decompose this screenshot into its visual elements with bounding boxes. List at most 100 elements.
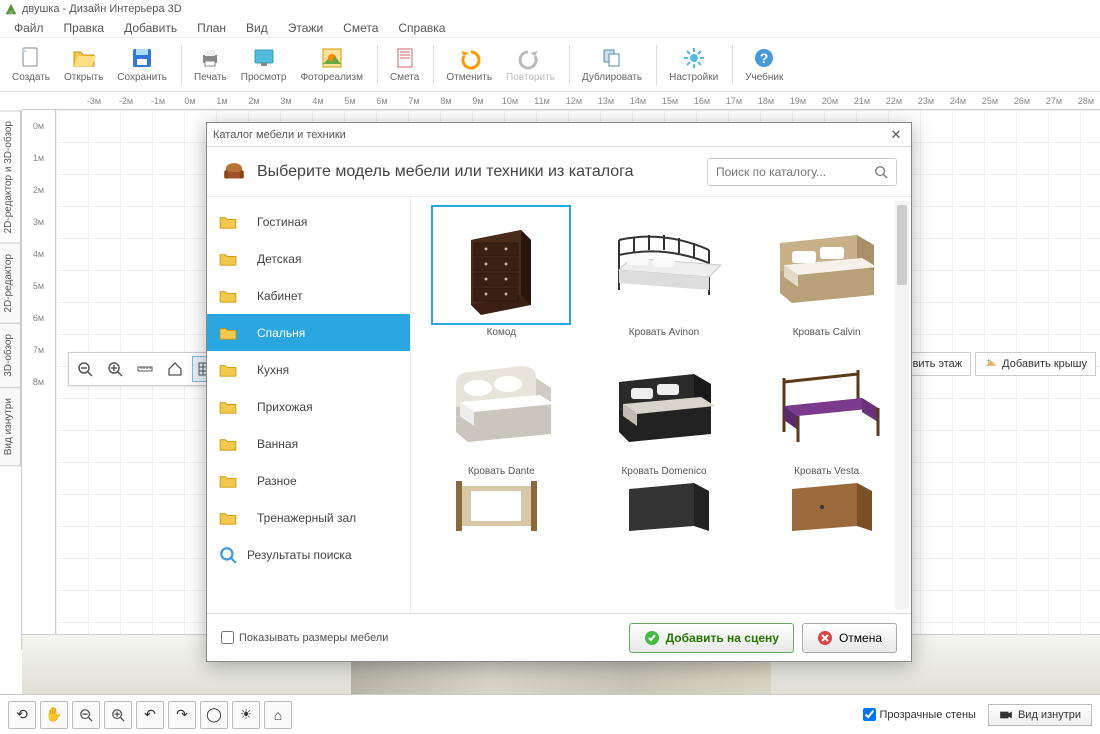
home-bottom-icon[interactable]: ⌂ bbox=[264, 701, 292, 729]
toolbar-print-button[interactable]: Печать bbox=[188, 44, 233, 85]
menu-file[interactable]: Файл bbox=[4, 19, 54, 37]
toolbar-open-button[interactable]: Открыть bbox=[58, 44, 109, 85]
photoreal-icon bbox=[320, 46, 344, 70]
category-search-results[interactable]: Результаты поиска bbox=[207, 536, 410, 573]
furniture-item-p2[interactable] bbox=[590, 483, 739, 531]
ruler-tick: 9м bbox=[462, 96, 494, 106]
menu-view[interactable]: Вид bbox=[236, 19, 278, 37]
category-office[interactable]: Кабинет bbox=[207, 277, 410, 314]
show-dimensions-input[interactable] bbox=[221, 631, 234, 644]
catalog-search[interactable] bbox=[707, 158, 897, 186]
furniture-item-vesta[interactable]: Кровать Vesta bbox=[752, 344, 901, 477]
light-icon[interactable]: ☀ bbox=[232, 701, 260, 729]
ruler-tick: 21м bbox=[846, 96, 878, 106]
scrollbar-thumb[interactable] bbox=[897, 205, 907, 285]
zoom-in-bottom-icon[interactable] bbox=[104, 701, 132, 729]
orbit-icon[interactable]: ⟲ bbox=[8, 701, 36, 729]
pan-icon[interactable]: ✋ bbox=[40, 701, 68, 729]
ruler-tick: 19м bbox=[782, 96, 814, 106]
menu-estimate[interactable]: Смета bbox=[333, 19, 388, 37]
tab-2d[interactable]: 2D-редактор bbox=[0, 243, 21, 324]
toolbar-separator bbox=[181, 45, 182, 85]
furniture-item-p3[interactable] bbox=[752, 483, 901, 531]
folder-icon bbox=[219, 326, 247, 340]
ruler-tick: 1м bbox=[206, 96, 238, 106]
transparent-walls-checkbox[interactable]: Прозрачные стены bbox=[863, 708, 976, 721]
menu-help[interactable]: Справка bbox=[388, 19, 455, 37]
menu-floors[interactable]: Этажи bbox=[278, 19, 333, 37]
ruler-horizontal: -3м-2м-1м0м1м2м3м4м5м6м7м8м9м10м11м12м13… bbox=[22, 92, 1100, 110]
toolbar-separator bbox=[732, 45, 733, 85]
toolbar-duplicate-button[interactable]: Дублировать bbox=[576, 44, 648, 85]
category-living[interactable]: Гостиная bbox=[207, 203, 410, 240]
item-label: Кровать Calvin bbox=[793, 327, 861, 338]
folder-icon bbox=[219, 474, 247, 488]
toolbar-label: Открыть bbox=[64, 72, 103, 83]
add-roof-button[interactable]: + Добавить крышу bbox=[975, 352, 1096, 376]
search-input[interactable] bbox=[716, 165, 874, 179]
print-icon bbox=[198, 46, 222, 70]
tab-2d3d[interactable]: 2D-редактор и 3D-обзор bbox=[0, 110, 21, 244]
search-icon bbox=[874, 165, 888, 179]
category-kitchen[interactable]: Кухня bbox=[207, 351, 410, 388]
item-label: Кровать Dante bbox=[468, 466, 535, 477]
toolbar-undo-button[interactable]: Отменить bbox=[440, 44, 498, 85]
ruler-tick: 10м bbox=[494, 96, 526, 106]
menu-add[interactable]: Добавить bbox=[114, 19, 187, 37]
transparent-walls-input[interactable] bbox=[863, 708, 876, 721]
furniture-item-p1[interactable] bbox=[427, 483, 576, 531]
furniture-item-dante[interactable]: Кровать Dante bbox=[427, 344, 576, 477]
category-hallway[interactable]: Прихожая bbox=[207, 388, 410, 425]
redo-icon bbox=[518, 46, 542, 70]
rotate-cw-icon[interactable]: ↷ bbox=[168, 701, 196, 729]
ruler-tick: 4м bbox=[302, 96, 334, 106]
toolbar-label: Фотореализм bbox=[300, 72, 363, 83]
close-icon[interactable]: ✕ bbox=[887, 126, 905, 144]
ruler-tick: 14м bbox=[622, 96, 654, 106]
category-misc[interactable]: Разное bbox=[207, 462, 410, 499]
furniture-item-komod[interactable]: Комод bbox=[427, 205, 576, 338]
tab-3d[interactable]: 3D-обзор bbox=[0, 323, 21, 388]
menu-plan[interactable]: План bbox=[187, 19, 236, 37]
ruler-tick: 27м bbox=[1038, 96, 1070, 106]
toolbar-save-button[interactable]: Сохранить bbox=[111, 44, 173, 85]
bottom-toolbar: ⟲ ✋ ↶ ↷ ◯ ☀ ⌂ Прозрачные стены Вид изнут… bbox=[0, 694, 1100, 734]
category-kids[interactable]: Детская bbox=[207, 240, 410, 277]
furniture-item-domenico[interactable]: Кровать Domenico bbox=[590, 344, 739, 477]
zoom-out-bottom-icon[interactable] bbox=[72, 701, 100, 729]
category-label: Детская bbox=[257, 252, 301, 266]
dialog-footer: Показывать размеры мебели Добавить на сц… bbox=[207, 613, 911, 661]
toolbar-settings-button[interactable]: Настройки bbox=[663, 44, 724, 85]
ruler-icon[interactable] bbox=[132, 356, 158, 382]
category-bedroom[interactable]: Спальня bbox=[207, 314, 410, 351]
item-label: Комод bbox=[487, 327, 516, 338]
view-inside-label: Вид изнутри bbox=[1018, 709, 1081, 721]
zoom-in-icon[interactable] bbox=[102, 356, 128, 382]
home-icon[interactable] bbox=[162, 356, 188, 382]
menu-edit[interactable]: Правка bbox=[54, 19, 115, 37]
toolbar-create-button[interactable]: Создать bbox=[6, 44, 56, 85]
category-gym[interactable]: Тренажерный зал bbox=[207, 499, 410, 536]
category-bath[interactable]: Ванная bbox=[207, 425, 410, 462]
toolbar-textbook-button[interactable]: ?Учебник bbox=[739, 44, 789, 85]
toolbar-photoreal-button[interactable]: Фотореализм bbox=[294, 44, 369, 85]
zoom-out-icon[interactable] bbox=[72, 356, 98, 382]
furniture-catalog-dialog: Каталог мебели и техники ✕ Выберите моде… bbox=[206, 122, 912, 662]
lasso-icon[interactable]: ◯ bbox=[200, 701, 228, 729]
tab-inside[interactable]: Вид изнутри bbox=[0, 387, 21, 466]
furniture-item-avinon[interactable]: Кровать Avinon bbox=[590, 205, 739, 338]
rotate-ccw-icon[interactable]: ↶ bbox=[136, 701, 164, 729]
cancel-button-label: Отмена bbox=[839, 631, 882, 645]
toolbar-redo-button[interactable]: Повторить bbox=[500, 44, 561, 85]
view-inside-button[interactable]: Вид изнутри bbox=[988, 704, 1092, 726]
cancel-button[interactable]: Отмена bbox=[802, 623, 897, 653]
items-scrollbar[interactable] bbox=[895, 201, 909, 609]
show-dimensions-checkbox[interactable]: Показывать размеры мебели bbox=[221, 631, 388, 644]
toolbar-label: Смета bbox=[390, 72, 419, 83]
toolbar-preview-button[interactable]: Просмотр bbox=[235, 44, 293, 85]
furniture-item-calvin[interactable]: Кровать Calvin bbox=[752, 205, 901, 338]
toolbar-estimate-button[interactable]: Смета bbox=[384, 44, 425, 85]
ruler-tick: 2м bbox=[238, 96, 270, 106]
add-to-scene-button[interactable]: Добавить на сцену bbox=[629, 623, 794, 653]
ruler-tick: -3м bbox=[78, 96, 110, 106]
